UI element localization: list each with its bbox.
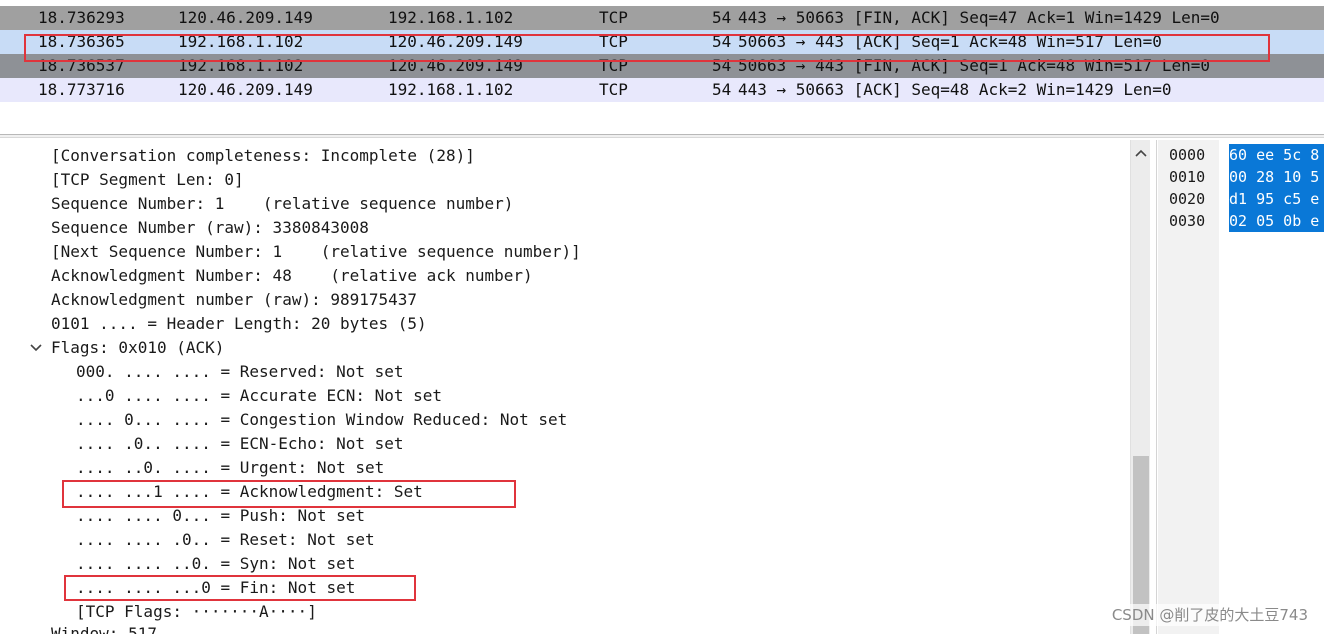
detail-line[interactable]: Sequence Number: 1 (relative sequence nu… (51, 192, 513, 216)
packet-length: 54 (712, 32, 732, 51)
byte-hex-row[interactable]: d1 95 c5 e (1229, 188, 1324, 210)
flag-cwr[interactable]: .... 0... .... = Congestion Window Reduc… (76, 408, 567, 432)
packet-destination: 120.46.209.149 (388, 56, 523, 75)
flag-urgent[interactable]: .... ..0. .... = Urgent: Not set (76, 456, 384, 480)
details-scrollbar[interactable] (1130, 140, 1150, 634)
flags-header[interactable]: Flags: 0x010 (ACK) (51, 336, 224, 360)
scroll-up-icon[interactable] (1131, 146, 1151, 160)
flag-push[interactable]: .... .... 0... = Push: Not set (76, 504, 365, 528)
packet-info: 443 → 50663 [ACK] Seq=48 Ack=2 Win=1429 … (738, 80, 1172, 99)
bytes-offset-column: 0000 0010 0020 0030 (1158, 140, 1219, 634)
packet-time: 18.736365 (38, 32, 125, 51)
packet-destination: 192.168.1.102 (388, 8, 514, 27)
detail-line[interactable]: Acknowledgment Number: 48 (relative ack … (51, 264, 533, 288)
detail-line[interactable]: [Next Sequence Number: 1 (relative seque… (51, 240, 581, 264)
packet-list[interactable]: 18.736293 120.46.209.149 192.168.1.102 T… (0, 0, 1324, 108)
packet-length: 54 (712, 80, 732, 99)
packet-row[interactable]: 18.736293 120.46.209.149 192.168.1.102 T… (0, 6, 1324, 30)
packet-length: 54 (712, 8, 732, 27)
flag-syn[interactable]: .... .... ..0. = Syn: Not set (76, 552, 355, 576)
packet-source: 120.46.209.149 (178, 8, 313, 27)
packet-protocol: TCP (599, 8, 628, 27)
packet-details-pane[interactable]: [Conversation completeness: Incomplete (… (0, 140, 1130, 634)
byte-offset: 0030 (1169, 212, 1206, 230)
packet-source: 192.168.1.102 (178, 56, 304, 75)
packet-length: 54 (712, 56, 732, 75)
packet-destination: 192.168.1.102 (388, 80, 514, 99)
packet-source: 192.168.1.102 (178, 32, 304, 51)
watermark: CSDN @削了皮的大土豆743 (1109, 604, 1310, 626)
flag-accurate-ecn[interactable]: ...0 .... .... = Accurate ECN: Not set (76, 384, 442, 408)
packet-destination: 120.46.209.149 (388, 32, 523, 51)
packet-time: 18.773716 (38, 80, 125, 99)
packet-time: 18.736293 (38, 8, 125, 27)
byte-hex-row[interactable]: 00 28 10 5 (1229, 166, 1324, 188)
packet-info: 50663 → 443 [ACK] Seq=1 Ack=48 Win=517 L… (738, 32, 1162, 51)
byte-hex-row[interactable]: 60 ee 5c 8 (1229, 144, 1324, 166)
detail-line[interactable]: 0101 .... = Header Length: 20 bytes (5) (51, 312, 427, 336)
detail-line[interactable]: [Conversation completeness: Incomplete (… (51, 144, 475, 168)
detail-line[interactable]: [TCP Segment Len: 0] (51, 168, 244, 192)
flag-fin[interactable]: .... .... ...0 = Fin: Not set (76, 576, 355, 600)
packet-bytes-pane[interactable]: 0000 0010 0020 0030 60 ee 5c 8 00 28 10 … (1156, 140, 1324, 634)
flag-acknowledgment[interactable]: .... ...1 .... = Acknowledgment: Set (76, 480, 423, 504)
byte-offset: 0000 (1169, 146, 1206, 164)
detail-line[interactable]: Sequence Number (raw): 3380843008 (51, 216, 369, 240)
packet-protocol: TCP (599, 56, 628, 75)
packet-protocol: TCP (599, 32, 628, 51)
byte-offset: 0020 (1169, 190, 1206, 208)
byte-offset: 0010 (1169, 168, 1206, 186)
flag-reserved[interactable]: 000. .... .... = Reserved: Not set (76, 360, 404, 384)
packet-source: 120.46.209.149 (178, 80, 313, 99)
detail-line[interactable]: Acknowledgment number (raw): 989175437 (51, 288, 417, 312)
flag-ecn-echo[interactable]: .... .0.. .... = ECN-Echo: Not set (76, 432, 404, 456)
byte-hex-row[interactable]: 02 05 0b e (1229, 210, 1324, 232)
detail-line-window[interactable]: Window: 517 (51, 622, 157, 634)
packet-info: 50663 → 443 [FIN, ACK] Seq=1 Ack=48 Win=… (738, 56, 1211, 75)
packet-protocol: TCP (599, 80, 628, 99)
packet-row-selected[interactable]: 18.736365 192.168.1.102 120.46.209.149 T… (0, 30, 1324, 54)
tcp-flags-summary[interactable]: [TCP Flags: ·······A····] (76, 600, 317, 624)
packet-row[interactable]: 18.736537 192.168.1.102 120.46.209.149 T… (0, 54, 1324, 78)
chevron-down-icon[interactable] (28, 336, 44, 360)
pane-splitter[interactable] (0, 134, 1324, 138)
packet-row[interactable]: 18.773716 120.46.209.149 192.168.1.102 T… (0, 78, 1324, 102)
packet-time: 18.736537 (38, 56, 125, 75)
flag-reset[interactable]: .... .... .0.. = Reset: Not set (76, 528, 375, 552)
packet-info: 443 → 50663 [FIN, ACK] Seq=47 Ack=1 Win=… (738, 8, 1220, 27)
